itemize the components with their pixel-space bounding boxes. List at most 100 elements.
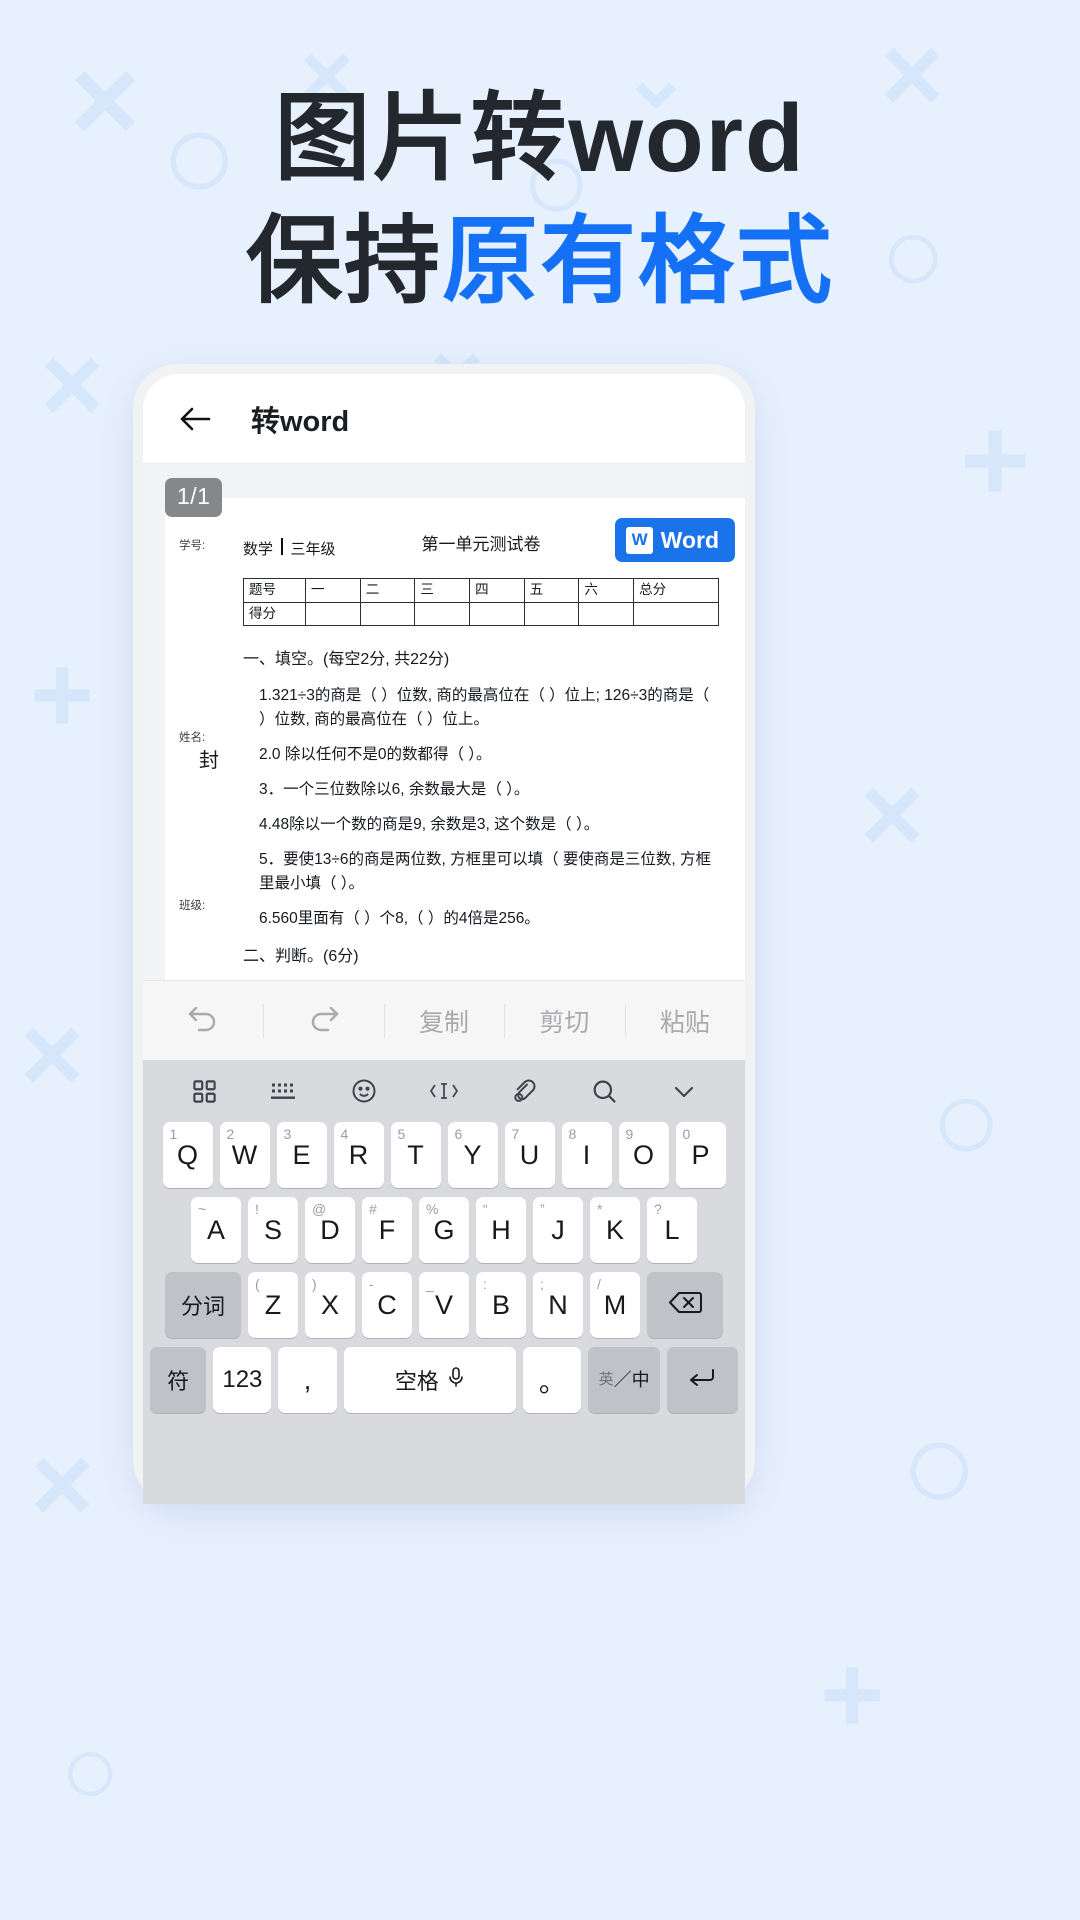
key-enter[interactable] — [666, 1347, 739, 1413]
word-badge-label: Word — [660, 526, 719, 553]
key-label: H — [491, 1214, 511, 1245]
key-sup: 7 — [511, 1126, 520, 1142]
key-D[interactable]: @ D — [305, 1197, 355, 1263]
key-N[interactable]: ; N — [533, 1272, 583, 1338]
key-sup: @ — [312, 1201, 327, 1217]
app-toolbar: 转word — [143, 374, 745, 464]
key-I[interactable]: 8I — [561, 1122, 612, 1188]
key-label: I — [582, 1139, 591, 1170]
key-P[interactable]: 0P — [675, 1122, 726, 1188]
key-numbers[interactable]: 123 — [213, 1347, 272, 1413]
key-X[interactable]: ) X — [305, 1272, 355, 1338]
key-label: S — [263, 1214, 282, 1245]
key-S[interactable]: ! S — [248, 1197, 298, 1263]
search-icon[interactable] — [564, 1077, 644, 1105]
key-sup: * — [597, 1201, 603, 1217]
key-Z[interactable]: (Z — [248, 1272, 298, 1338]
key-label: K — [605, 1214, 624, 1245]
key-sup: 1 — [169, 1126, 178, 1142]
headline-line-2: 保持原有格式 — [0, 201, 1080, 324]
copy-button[interactable]: 复制 — [383, 998, 504, 1044]
score-col-2: 三 — [414, 577, 471, 603]
text-caret — [281, 538, 283, 556]
document-page[interactable]: W Word 学号: 姓名: 封 班级: 第一单元测试卷 数学 三年级 题号 一… — [165, 498, 745, 1016]
score-col-4: 五 — [523, 577, 580, 603]
key-B[interactable]: :B — [476, 1272, 526, 1338]
section-1-title: 一、填空。(每空2分, 共22分) — [243, 651, 450, 669]
question-item: 3．一个三位数除以6, 余数最大是（ ）。 — [259, 781, 530, 799]
key-label: N — [548, 1289, 568, 1320]
phone-screen: 转word 1/1 W Word 学号: 姓名: 封 班级: 第一单元测试卷 数… — [143, 374, 745, 1504]
key-L[interactable]: ? L — [647, 1197, 697, 1263]
key-space[interactable]: 空格 — [343, 1347, 517, 1413]
key-label: R — [348, 1139, 369, 1170]
key-label: J — [551, 1214, 565, 1245]
score-cell — [523, 601, 580, 627]
key-period[interactable]: 。 — [523, 1347, 582, 1413]
key-sup: ) — [312, 1276, 317, 1292]
key-sup: ( — [255, 1276, 260, 1292]
redo-icon — [307, 1002, 341, 1039]
key-H[interactable]: “H — [476, 1197, 526, 1263]
key-sup: ! — [255, 1201, 259, 1217]
key-O[interactable]: 9O — [618, 1122, 669, 1188]
document-viewport[interactable]: 1/1 W Word 学号: 姓名: 封 班级: 第一单元测试卷 数学三年级 — [143, 464, 745, 1016]
cursor-move-icon[interactable] — [404, 1077, 484, 1105]
score-col-1: 二 — [359, 577, 416, 603]
key-word-segment[interactable]: 分词 — [165, 1272, 241, 1338]
key-U[interactable]: 7U — [504, 1122, 555, 1188]
key-symbols[interactable]: 符 — [150, 1347, 207, 1413]
emoji-icon[interactable] — [324, 1077, 404, 1105]
undo-button[interactable] — [143, 998, 263, 1044]
word-icon: W — [625, 526, 653, 554]
key-A[interactable]: ~ A — [191, 1197, 241, 1263]
key-F[interactable]: # F — [362, 1197, 412, 1263]
key-sup: ~ — [198, 1201, 207, 1217]
key-sup: 0 — [682, 1126, 691, 1142]
key-C[interactable]: -C — [362, 1272, 412, 1338]
key-K[interactable]: * K — [590, 1197, 640, 1263]
key-W[interactable]: 2W — [219, 1122, 270, 1188]
key-V[interactable]: _ V — [419, 1272, 469, 1338]
key-label: W — [231, 1139, 258, 1170]
word-format-badge[interactable]: W Word — [614, 518, 735, 562]
key-R[interactable]: 4R — [333, 1122, 384, 1188]
key-sup: : — [483, 1276, 487, 1292]
mic-icon[interactable] — [447, 1366, 465, 1394]
table-row: 题号 一 二 三 四 五 六 总分 — [243, 577, 719, 603]
chevron-down-icon[interactable] — [644, 1079, 724, 1103]
question-item: 6.560里面有（ ）个8,（ ）的4倍是256。 — [259, 910, 540, 928]
headline-line1-part1: 图片转 — [274, 85, 569, 192]
key-sup: 4 — [340, 1126, 349, 1142]
cut-button[interactable]: 剪切 — [504, 998, 624, 1044]
key-label: G — [433, 1214, 455, 1245]
key-Y[interactable]: 6Y — [447, 1122, 498, 1188]
key-language-toggle[interactable]: 英／中 — [588, 1347, 660, 1413]
redo-button[interactable] — [263, 998, 383, 1044]
key-Q[interactable]: 1Q — [162, 1122, 213, 1188]
headline-line-1: 图片转word — [0, 78, 1080, 201]
arrow-left-icon[interactable] — [175, 399, 215, 439]
keyboard-icon[interactable] — [244, 1078, 324, 1105]
key-label: C — [377, 1289, 397, 1320]
space-label: 空格 — [394, 1369, 439, 1394]
key-sup: 2 — [226, 1126, 235, 1142]
key-M[interactable]: / M — [590, 1272, 640, 1338]
keyboard-row-1: 1Q 2W 3E 4R 5T 6Y 7U 8I 9O 0P — [150, 1122, 738, 1188]
key-comma[interactable]: , — [278, 1347, 337, 1413]
key-T[interactable]: 5T — [390, 1122, 441, 1188]
section-2-title: 二、判断。(6分) — [243, 948, 359, 966]
grid-icon[interactable] — [164, 1078, 244, 1105]
key-E[interactable]: 3E — [276, 1122, 327, 1188]
backspace-key[interactable] — [647, 1272, 723, 1338]
key-G[interactable]: % G — [419, 1197, 469, 1263]
key-label: M — [603, 1289, 627, 1320]
doc-seal-char: 封 — [199, 750, 219, 772]
question-item: 1.321÷3的商是（ ）位数, 商的最高位在（ ）位上; 126÷3的商是（ … — [259, 687, 710, 729]
paste-button[interactable]: 粘贴 — [624, 998, 745, 1044]
clipboard-icon[interactable] — [484, 1077, 564, 1105]
key-J[interactable]: ” J — [533, 1197, 583, 1263]
question-item: 2.0 除以任何不是0的数都得（ ）。 — [259, 746, 492, 764]
phone-mockup: 转word 1/1 W Word 学号: 姓名: 封 班级: 第一单元测试卷 数… — [133, 364, 755, 1504]
key-label: E — [292, 1139, 311, 1170]
